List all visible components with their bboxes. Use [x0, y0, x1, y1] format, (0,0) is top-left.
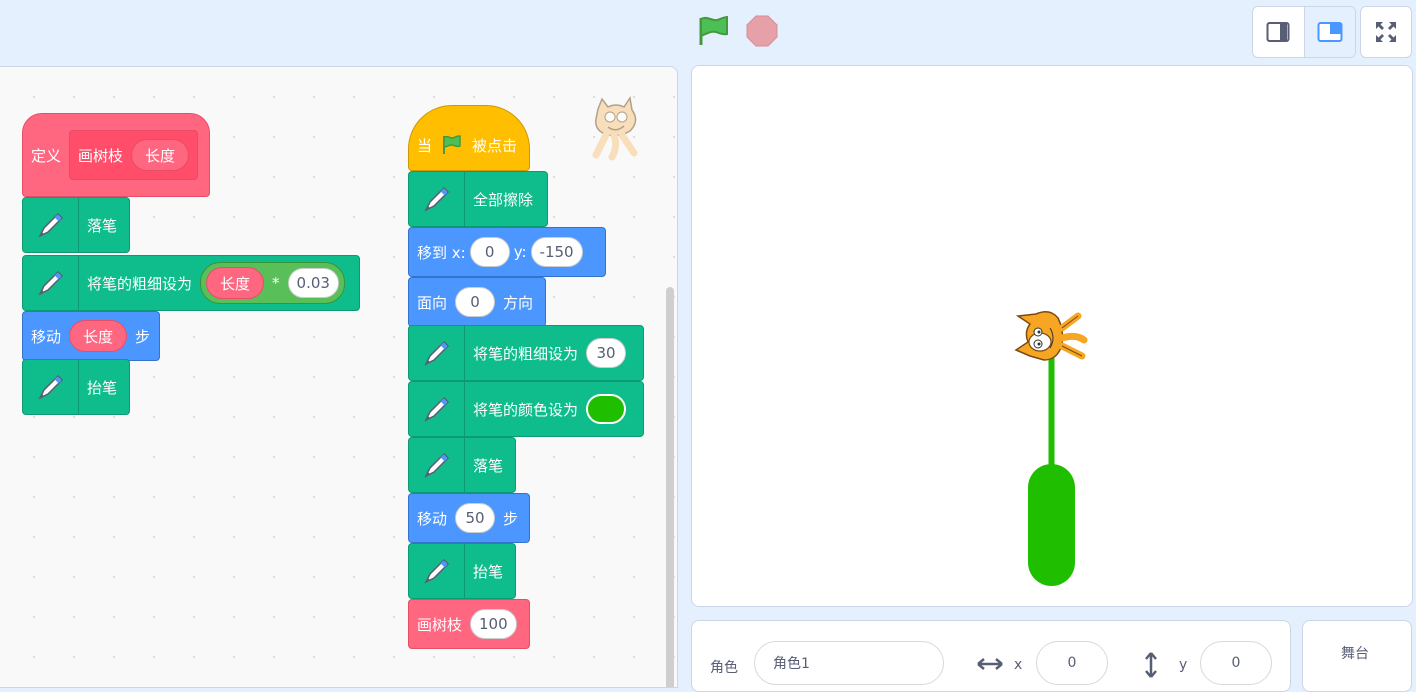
call-label: 画树枝	[417, 615, 463, 634]
pen-icon	[23, 360, 79, 414]
point-label: 面向	[417, 293, 448, 312]
procedure-prototype[interactable]: 画树枝 长度	[69, 130, 199, 180]
green-flag-icon	[443, 135, 461, 154]
move-steps-block[interactable]: 移动 50 步	[408, 493, 530, 543]
y-position-input[interactable]: 0	[1200, 641, 1272, 685]
stop-button[interactable]	[744, 12, 780, 50]
pen-down-label: 落笔	[87, 216, 118, 235]
pen-trail	[1028, 464, 1075, 586]
size-input[interactable]: 30	[586, 338, 627, 368]
call-draw-branch-block[interactable]: 画树枝 100	[408, 599, 530, 649]
goto-y-label: y:	[513, 243, 527, 261]
set-color-label: 将笔的颜色设为	[473, 400, 579, 419]
set-size-label: 将笔的粗细设为	[87, 274, 193, 293]
x-position-input[interactable]: 0	[1036, 641, 1108, 685]
define-hat-block[interactable]: 定义 画树枝 长度	[22, 113, 210, 197]
x-label: x	[1014, 657, 1023, 673]
pen-icon	[409, 172, 465, 226]
y-label: y	[1179, 657, 1188, 673]
color-picker[interactable]	[586, 394, 627, 424]
param-length[interactable]: 长度	[206, 267, 265, 299]
sprite-thumbnail-icon	[592, 96, 638, 161]
pen-down-block[interactable]: 落笔	[22, 197, 130, 253]
move-label: 移动	[417, 509, 448, 528]
stage-selector[interactable]: 舞台	[1302, 620, 1412, 692]
direction-label: 方向	[503, 293, 534, 312]
stage-canvas[interactable]	[691, 65, 1413, 607]
pen-icon	[23, 256, 79, 310]
steps-label: 步	[503, 509, 519, 528]
set-pen-size-block[interactable]: 将笔的粗细设为 30	[408, 325, 644, 381]
length-input[interactable]: 100	[470, 609, 517, 639]
top-bar	[0, 0, 1416, 64]
green-flag-button[interactable]	[694, 12, 734, 50]
when-flag-clicked-block[interactable]: 当 被点击	[408, 105, 530, 171]
pen-icon	[23, 198, 79, 252]
steps-label: 步	[135, 327, 151, 346]
point-direction-block[interactable]: 面向 0 方向	[408, 277, 546, 327]
multiply-operator[interactable]: 长度 * 0.03	[200, 262, 345, 304]
code-workspace[interactable]: 定义 画树枝 长度 落笔 将笔的粗细设为 长度 * 0.03 移动 长度 步 抬…	[0, 66, 678, 688]
when-label: 当	[417, 136, 433, 155]
vertical-arrows-icon	[1145, 652, 1157, 678]
erase-all-block[interactable]: 全部擦除	[408, 171, 548, 227]
goto-xy-block[interactable]: 移到 x: 0 y: -150	[408, 227, 606, 277]
small-stage-button[interactable]	[1253, 7, 1305, 57]
pen-icon	[409, 438, 465, 492]
pen-icon	[409, 382, 465, 436]
stop-sign-icon	[746, 15, 778, 47]
pen-up-block[interactable]: 抬笔	[22, 359, 130, 415]
set-pen-size-block[interactable]: 将笔的粗细设为 长度 * 0.03	[22, 255, 360, 311]
move-label: 移动	[31, 327, 62, 346]
green-flag-icon	[699, 15, 728, 45]
fullscreen-button[interactable]	[1360, 6, 1412, 58]
normal-stage-icon	[1317, 22, 1343, 42]
goto-x-label: 移到 x:	[417, 243, 466, 262]
pen-icon	[409, 544, 465, 598]
param-length[interactable]: 长度	[131, 139, 190, 171]
sprite-info-panel: 角色 角色1 x 0 y 0	[691, 620, 1291, 692]
fullscreen-icon	[1376, 22, 1396, 42]
horizontal-arrows-icon	[977, 658, 1003, 670]
procedure-name: 画树枝	[78, 146, 124, 165]
steps-input[interactable]: 50	[455, 503, 496, 533]
stage-selector-label: 舞台	[1341, 646, 1369, 662]
set-pen-color-block[interactable]: 将笔的颜色设为	[408, 381, 644, 437]
x-input[interactable]: 0	[469, 237, 510, 267]
pen-down-block[interactable]: 落笔	[408, 437, 516, 493]
pen-icon	[409, 326, 465, 380]
direction-input[interactable]: 0	[455, 287, 496, 317]
pen-up-block[interactable]: 抬笔	[408, 543, 516, 599]
erase-all-label: 全部擦除	[473, 190, 534, 209]
workspace-scrollbar[interactable]	[666, 287, 674, 687]
y-input[interactable]: -150	[530, 237, 583, 267]
stage-size-toggle	[1252, 6, 1356, 58]
sprite-cat[interactable]	[1014, 311, 1088, 361]
move-steps-block[interactable]: 移动 长度 步	[22, 311, 160, 361]
param-length[interactable]: 长度	[69, 320, 128, 352]
multiply-symbol: *	[272, 274, 280, 292]
factor-input[interactable]: 0.03	[287, 268, 339, 298]
pen-down-label: 落笔	[473, 456, 504, 475]
define-label: 定义	[31, 146, 62, 165]
pen-up-label: 抬笔	[473, 562, 504, 581]
set-size-label: 将笔的粗细设为	[473, 344, 579, 363]
stage-render	[1014, 311, 1088, 586]
pen-up-label: 抬笔	[87, 378, 118, 397]
sprite-name-input[interactable]: 角色1	[754, 641, 944, 685]
sprite-label: 角色	[710, 660, 738, 676]
small-stage-icon	[1266, 22, 1290, 42]
normal-stage-button[interactable]	[1304, 7, 1355, 57]
clicked-label: 被点击	[472, 136, 518, 155]
